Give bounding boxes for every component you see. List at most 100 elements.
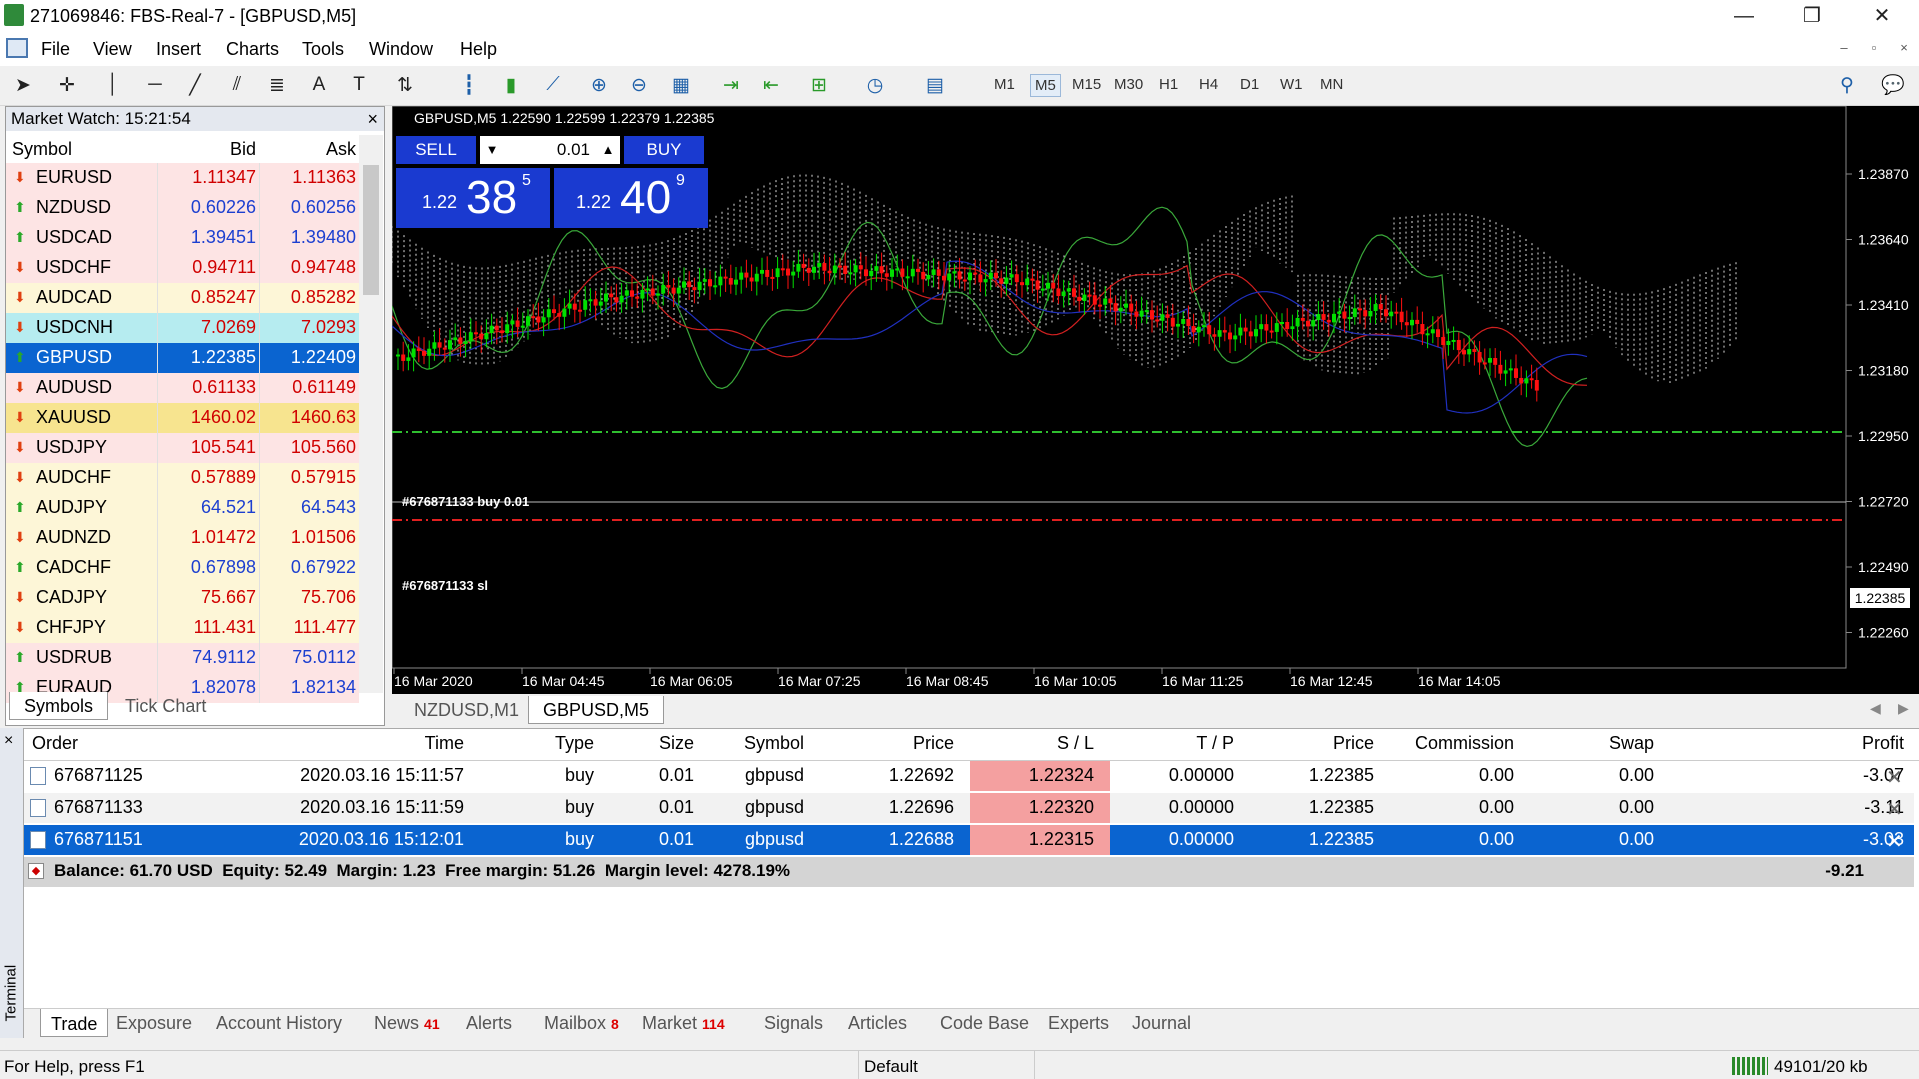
order-sl-label[interactable]: #676871133 sl bbox=[402, 578, 488, 593]
tab-symbols[interactable]: Symbols bbox=[9, 692, 109, 720]
close-button[interactable]: ✕ bbox=[1852, 0, 1912, 32]
connection-icon[interactable] bbox=[1732, 1057, 1768, 1075]
close-order-icon[interactable]: ✕ bbox=[1886, 765, 1903, 790]
horizontal-line-icon[interactable]: ─ bbox=[140, 70, 170, 100]
arrows-icon[interactable]: ⇅ bbox=[390, 70, 420, 100]
chart-shift-icon[interactable]: ⇤ bbox=[756, 70, 786, 100]
order-buy-label[interactable]: #676871133 buy 0.01 bbox=[402, 494, 529, 509]
restore-button[interactable]: ❐ bbox=[1782, 0, 1842, 32]
chat-icon[interactable]: 💬 bbox=[1878, 70, 1908, 100]
timeframe-m1[interactable]: M1 bbox=[990, 74, 1019, 95]
tab-chart-nzdusd[interactable]: NZDUSD,M1 bbox=[400, 696, 533, 724]
market-watch-row[interactable]: ⬆ AUDJPY 64.521 64.543 bbox=[6, 493, 359, 523]
templates-icon[interactable]: ▤ bbox=[920, 70, 950, 100]
zoom-out-icon[interactable]: ⊖ bbox=[624, 70, 654, 100]
terminal-tab-articles[interactable]: Articles bbox=[848, 1013, 907, 1034]
line-chart-icon[interactable]: ⟋ bbox=[538, 70, 568, 100]
text-icon[interactable]: A bbox=[304, 70, 334, 100]
market-watch-row[interactable]: ⬆ CADCHF 0.67898 0.67922 bbox=[6, 553, 359, 583]
terminal-tab-experts[interactable]: Experts bbox=[1048, 1013, 1109, 1034]
col-symbol[interactable]: Symbol bbox=[704, 733, 804, 754]
indicators-icon[interactable]: ⊞ bbox=[804, 70, 834, 100]
close-order-icon[interactable]: ✕ bbox=[1886, 797, 1903, 822]
column-symbol[interactable]: Symbol bbox=[12, 139, 72, 160]
tab-tick-chart[interactable]: Tick Chart bbox=[111, 692, 220, 720]
market-watch-row[interactable]: ⬇ EURUSD 1.11347 1.11363 bbox=[6, 163, 359, 193]
menu-insert[interactable]: Insert bbox=[156, 39, 201, 60]
terminal-tab-mailbox[interactable]: Mailbox 8 bbox=[544, 1013, 619, 1034]
col-time[interactable]: Time bbox=[364, 733, 464, 754]
market-watch-row[interactable]: ⬆ USDCAD 1.39451 1.39480 bbox=[6, 223, 359, 253]
tab-chart-gbpusd[interactable]: GBPUSD,M5 bbox=[528, 696, 665, 724]
trade-row[interactable]: 676871125 2020.03.16 15:11:57 buy 0.01 gbpus… bbox=[24, 761, 1914, 791]
market-watch-row[interactable]: ⬆ NZDUSD 0.60226 0.60256 bbox=[6, 193, 359, 223]
menu-window[interactable]: Window bbox=[369, 39, 433, 60]
channel-icon[interactable]: ⫽ bbox=[222, 70, 252, 100]
col-commission[interactable]: Commission bbox=[1394, 733, 1514, 754]
terminal-tab-alerts[interactable]: Alerts bbox=[466, 1013, 512, 1034]
tile-windows-icon[interactable]: ▦ bbox=[666, 70, 696, 100]
terminal-tab-exposure[interactable]: Exposure bbox=[116, 1013, 192, 1034]
bar-chart-icon[interactable]: ┇ bbox=[454, 70, 484, 100]
zoom-in-icon[interactable]: ⊕ bbox=[584, 70, 614, 100]
mdi-close-button[interactable]: × bbox=[1893, 40, 1915, 55]
market-watch-row[interactable]: ⬆ USDRUB 74.9112 75.0112 bbox=[6, 643, 359, 673]
status-profile[interactable]: Default bbox=[864, 1057, 918, 1077]
market-watch-row[interactable]: ⬇ XAUUSD 1460.02 1460.63 bbox=[6, 403, 359, 433]
terminal-tab-market[interactable]: Market 114 bbox=[642, 1013, 725, 1034]
text-label-icon[interactable]: T bbox=[344, 70, 374, 100]
terminal-tab-journal[interactable]: Journal bbox=[1132, 1013, 1191, 1034]
tabs-scroll-left-icon[interactable]: ◀ bbox=[1870, 700, 1881, 717]
close-order-icon[interactable]: ✕ bbox=[1886, 829, 1903, 854]
candlesticks-icon[interactable]: ▮ bbox=[496, 70, 526, 100]
col-tp[interactable]: T / P bbox=[1154, 733, 1234, 754]
market-watch-row[interactable]: ⬇ AUDUSD 0.61133 0.61149 bbox=[6, 373, 359, 403]
tabs-scroll-right-icon[interactable]: ▶ bbox=[1898, 700, 1909, 717]
buy-button[interactable]: BUY bbox=[624, 136, 704, 164]
menu-charts[interactable]: Charts bbox=[226, 39, 279, 60]
cursor-icon[interactable]: ➤ bbox=[8, 70, 38, 100]
col-type[interactable]: Type bbox=[494, 733, 594, 754]
market-watch-row[interactable]: ⬇ CHFJPY 111.431 111.477 bbox=[6, 613, 359, 643]
market-watch-row[interactable]: ⬇ USDJPY 105.541 105.560 bbox=[6, 433, 359, 463]
col-profit[interactable]: Profit bbox=[1784, 733, 1904, 754]
timeframe-w1[interactable]: W1 bbox=[1276, 74, 1307, 95]
col-current-price[interactable]: Price bbox=[1294, 733, 1374, 754]
menu-tools[interactable]: Tools bbox=[302, 39, 344, 60]
scrollbar-thumb[interactable] bbox=[363, 165, 379, 295]
timeframe-m30[interactable]: M30 bbox=[1110, 74, 1147, 95]
terminal-tab-code-base[interactable]: Code Base bbox=[940, 1013, 1029, 1034]
market-watch-close-button[interactable]: × bbox=[367, 109, 378, 130]
mdi-minimize-button[interactable]: – bbox=[1833, 40, 1855, 55]
crosshair-icon[interactable]: ✛ bbox=[52, 70, 82, 100]
buy-price-box[interactable]: 1.22 40 9 bbox=[554, 168, 708, 228]
periods-icon[interactable]: ◷ bbox=[860, 70, 890, 100]
trendline-icon[interactable]: ╱ bbox=[180, 70, 210, 100]
sell-button[interactable]: SELL bbox=[396, 136, 476, 164]
sell-price-box[interactable]: 1.22 38 5 bbox=[396, 168, 550, 228]
timeframe-m15[interactable]: M15 bbox=[1068, 74, 1105, 95]
market-watch-row[interactable]: ⬇ CADJPY 75.667 75.706 bbox=[6, 583, 359, 613]
col-sl[interactable]: S / L bbox=[1014, 733, 1094, 754]
fibonacci-icon[interactable]: ≣ bbox=[262, 70, 292, 100]
column-ask[interactable]: Ask bbox=[260, 139, 356, 160]
market-watch-row[interactable]: ⬆ GBPUSD 1.22385 1.22409 bbox=[6, 343, 359, 373]
terminal-close-button[interactable]: × bbox=[4, 732, 13, 750]
lot-increase-button[interactable]: ▲ bbox=[596, 136, 620, 164]
price-chart[interactable]: 1.23870 1.23640 1.23410 1.23180 1.22950 1.227… bbox=[391, 105, 1919, 694]
terminal-tab-news[interactable]: News 41 bbox=[374, 1013, 440, 1034]
search-icon[interactable]: ⚲ bbox=[1832, 70, 1862, 100]
market-watch-row[interactable]: ⬇ AUDCHF 0.57889 0.57915 bbox=[6, 463, 359, 493]
col-size[interactable]: Size bbox=[614, 733, 694, 754]
market-watch-row[interactable]: ⬇ USDCNH 7.0269 7.0293 bbox=[6, 313, 359, 343]
menu-view[interactable]: View bbox=[93, 39, 132, 60]
column-bid[interactable]: Bid bbox=[158, 139, 256, 160]
menu-file[interactable]: File bbox=[41, 39, 70, 60]
mdi-restore-button[interactable]: ▫ bbox=[1863, 40, 1885, 55]
lot-size-input[interactable]: 0.01 bbox=[504, 136, 596, 164]
market-watch-scrollbar[interactable] bbox=[359, 135, 383, 693]
trade-row[interactable]: 676871151 2020.03.16 15:12:01 buy 0.01 gbpus… bbox=[24, 825, 1914, 855]
timeframe-m5[interactable]: M5 bbox=[1030, 74, 1061, 97]
timeframe-mn[interactable]: MN bbox=[1316, 74, 1347, 95]
timeframe-h4[interactable]: H4 bbox=[1195, 74, 1222, 95]
